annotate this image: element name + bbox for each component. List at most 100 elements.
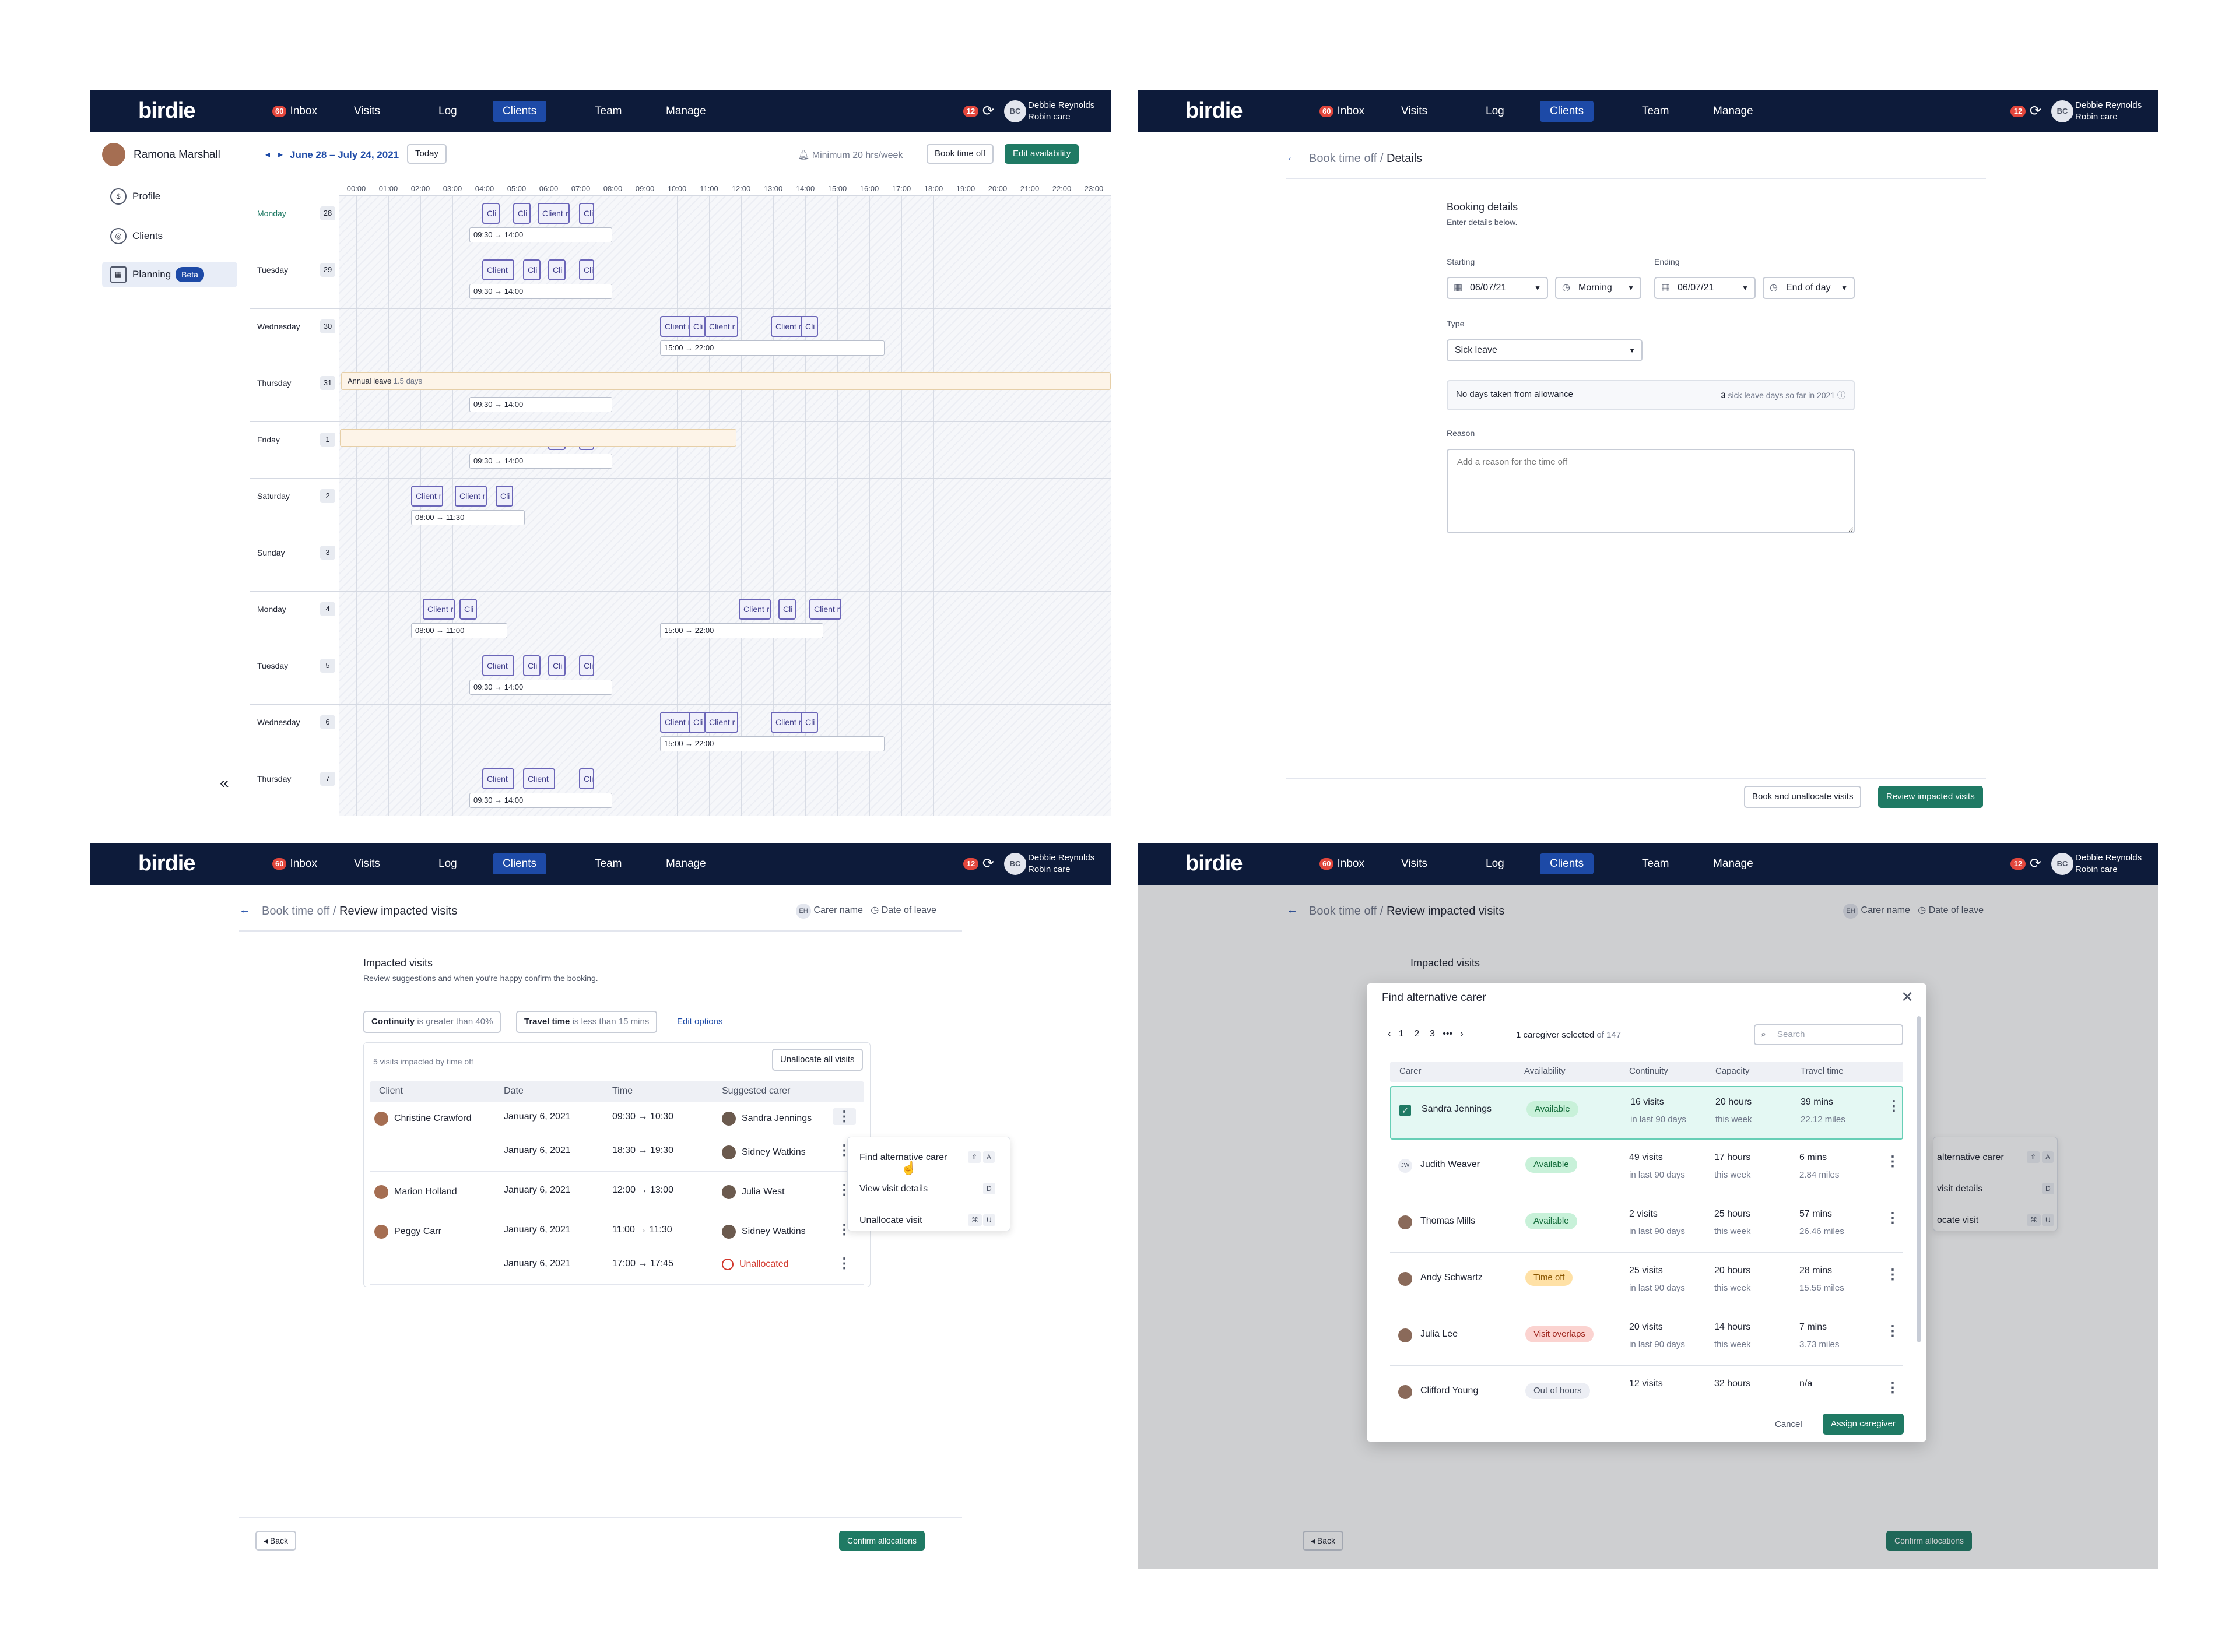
page-more[interactable]: ••• [1443, 1029, 1452, 1039]
visit-block[interactable]: Cli [579, 259, 594, 280]
column-header[interactable]: Date [504, 1086, 524, 1096]
end-part-field[interactable]: ◷ End of day ▼ [1763, 277, 1855, 299]
today-button[interactable]: Today [407, 144, 447, 164]
carer-cell[interactable]: Unallocated [722, 1259, 789, 1270]
visit-block[interactable]: Cli [496, 486, 513, 507]
breadcrumb-parent[interactable]: Book time off [1309, 152, 1377, 165]
prev-page-icon[interactable]: ‹ [1388, 1029, 1391, 1039]
nav-clients[interactable]: Clients [493, 101, 547, 122]
start-date-field[interactable]: ▦ 06/07/21 ▼ [1447, 277, 1548, 299]
visit-block[interactable]: Cli [801, 712, 818, 733]
avatar[interactable]: BC [1004, 853, 1026, 875]
scrollbar[interactable] [1917, 1016, 1921, 1342]
visit-block[interactable]: Cli [579, 655, 594, 676]
breadcrumb-parent[interactable]: Book time off [262, 905, 329, 918]
column-header[interactable]: Travel time [1801, 1066, 1844, 1076]
assign-caregiver-button[interactable]: Assign caregiver [1823, 1414, 1904, 1435]
next-page-icon[interactable]: › [1460, 1029, 1463, 1039]
column-header[interactable]: Time [612, 1086, 633, 1096]
reason-textarea[interactable] [1447, 449, 1855, 533]
column-header[interactable]: Availability [1524, 1066, 1566, 1076]
visit-block[interactable]: Cli [801, 316, 818, 337]
sync-icon[interactable]: ⟳ [982, 856, 994, 872]
visit-block[interactable]: Cli [579, 768, 594, 789]
visit-block[interactable]: Cli [523, 655, 541, 676]
prev-range-icon[interactable]: ◂ [265, 149, 270, 160]
page-3[interactable]: 3 [1430, 1029, 1435, 1039]
carer-cell[interactable]: Julia West [722, 1185, 785, 1199]
leave-block[interactable]: Annual leave 1.5 days [341, 372, 1111, 390]
edit-availability-button[interactable]: Edit availability [1005, 144, 1079, 164]
unallocate-all-button[interactable]: Unallocate all visits [772, 1049, 863, 1071]
carer-row[interactable]: ✓ Sandra Jennings Available 16 visits in las… [1390, 1086, 1903, 1140]
nav-inbox[interactable]: 60 Inbox [1310, 101, 1374, 122]
nav-clients[interactable]: Clients [493, 853, 547, 874]
confirm-allocations-button[interactable]: Confirm allocations [839, 1531, 925, 1551]
nav-log[interactable]: Log [1476, 853, 1514, 874]
back-arrow-icon[interactable]: ← [239, 904, 251, 917]
nav-manage[interactable]: Manage [1703, 853, 1763, 874]
end-date-field[interactable]: ▦ 06/07/21 ▼ [1654, 277, 1756, 299]
visit-block[interactable]: Client [482, 768, 514, 789]
collapse-sidebar-icon[interactable]: « [220, 774, 229, 792]
birdie-logo[interactable]: birdie [1185, 851, 1243, 876]
nav-manage[interactable]: Manage [656, 853, 716, 874]
carer-cell[interactable]: Sidney Watkins [722, 1145, 806, 1159]
menu-item[interactable]: Unallocate visit [859, 1215, 922, 1226]
birdie-logo[interactable]: birdie [1185, 99, 1243, 124]
more-options-icon[interactable]: ⋮ [833, 1108, 856, 1125]
avatar[interactable]: BC [2051, 100, 2073, 122]
user-info[interactable]: Debbie Reynolds Robin care [1028, 852, 1099, 876]
nav-visits[interactable]: Visits [344, 853, 390, 874]
nav-log[interactable]: Log [429, 853, 467, 874]
visit-block[interactable]: Client r [660, 316, 692, 337]
nav-inbox[interactable]: 60 Inbox [262, 853, 327, 874]
avatar[interactable]: BC [2051, 853, 2073, 875]
nav-team[interactable]: Team [1632, 101, 1679, 122]
more-options-icon[interactable]: ⋮ [1886, 1266, 1900, 1283]
visit-block[interactable]: Client r [423, 599, 455, 620]
notification-badge[interactable]: 12 [2010, 858, 2026, 870]
close-icon[interactable]: ✕ [1901, 988, 1914, 1006]
birdie-logo[interactable]: birdie [138, 99, 195, 124]
carer-row[interactable]: Thomas Mills Available 2 visits in last 90 … [1390, 1199, 1903, 1253]
more-options-icon[interactable]: ⋮ [1887, 1098, 1901, 1115]
column-header[interactable]: Suggested carer [722, 1086, 790, 1096]
visit-block[interactable]: Client r [411, 486, 443, 507]
visit-block[interactable]: Cli [548, 259, 566, 280]
edit-options-link[interactable]: Edit options [677, 1017, 722, 1027]
visit-block[interactable]: Client r [809, 599, 841, 620]
nav-clients[interactable]: Clients [1540, 101, 1594, 122]
sidebar-item-profile[interactable]: $ Profile [102, 184, 240, 209]
filter-continuity[interactable]: Continuity is greater than 40% [363, 1011, 501, 1033]
carer-row[interactable]: Clifford Young Out of hours 12 visits 32 ho… [1390, 1369, 1903, 1403]
column-header[interactable]: Carer [1399, 1066, 1422, 1076]
sidebar-item-planning[interactable]: ▦ Planning Beta [102, 262, 237, 287]
user-info[interactable]: Debbie Reynolds Robin care [2075, 100, 2146, 123]
user-info[interactable]: Debbie Reynolds Robin care [2075, 852, 2146, 876]
visit-block[interactable]: Cli [482, 203, 500, 224]
visit-block[interactable]: Client [482, 655, 514, 676]
visit-block[interactable]: Cli [689, 712, 706, 733]
visit-block[interactable]: Cli [778, 599, 796, 620]
avatar[interactable]: BC [1004, 100, 1026, 122]
notification-badge[interactable]: 12 [963, 858, 978, 870]
sync-icon[interactable]: ⟳ [2030, 856, 2041, 872]
carer-row[interactable]: Julia Lee Visit overlaps 20 visits in last … [1390, 1312, 1903, 1366]
notification-badge[interactable]: 12 [2010, 106, 2026, 117]
checkbox-checked[interactable]: ✓ [1399, 1105, 1411, 1116]
cancel-button[interactable]: Cancel [1775, 1419, 1802, 1429]
page-1[interactable]: 1 [1399, 1029, 1404, 1039]
visit-block[interactable]: Client r [538, 203, 570, 224]
more-options-icon[interactable]: ⋮ [1886, 1379, 1900, 1396]
carer-cell[interactable]: Sidney Watkins [722, 1225, 806, 1239]
nav-visits[interactable]: Visits [1391, 853, 1437, 874]
menu-item[interactable]: View visit details [859, 1184, 928, 1194]
visit-block[interactable]: Client r [771, 316, 805, 337]
sync-icon[interactable]: ⟳ [2030, 103, 2041, 119]
type-select[interactable]: Sick leave ▼ [1447, 339, 1643, 361]
nav-manage[interactable]: Manage [1703, 101, 1763, 122]
nav-inbox[interactable]: 60 Inbox [1310, 853, 1374, 874]
nav-team[interactable]: Team [585, 101, 631, 122]
notification-badge[interactable]: 12 [963, 106, 978, 117]
